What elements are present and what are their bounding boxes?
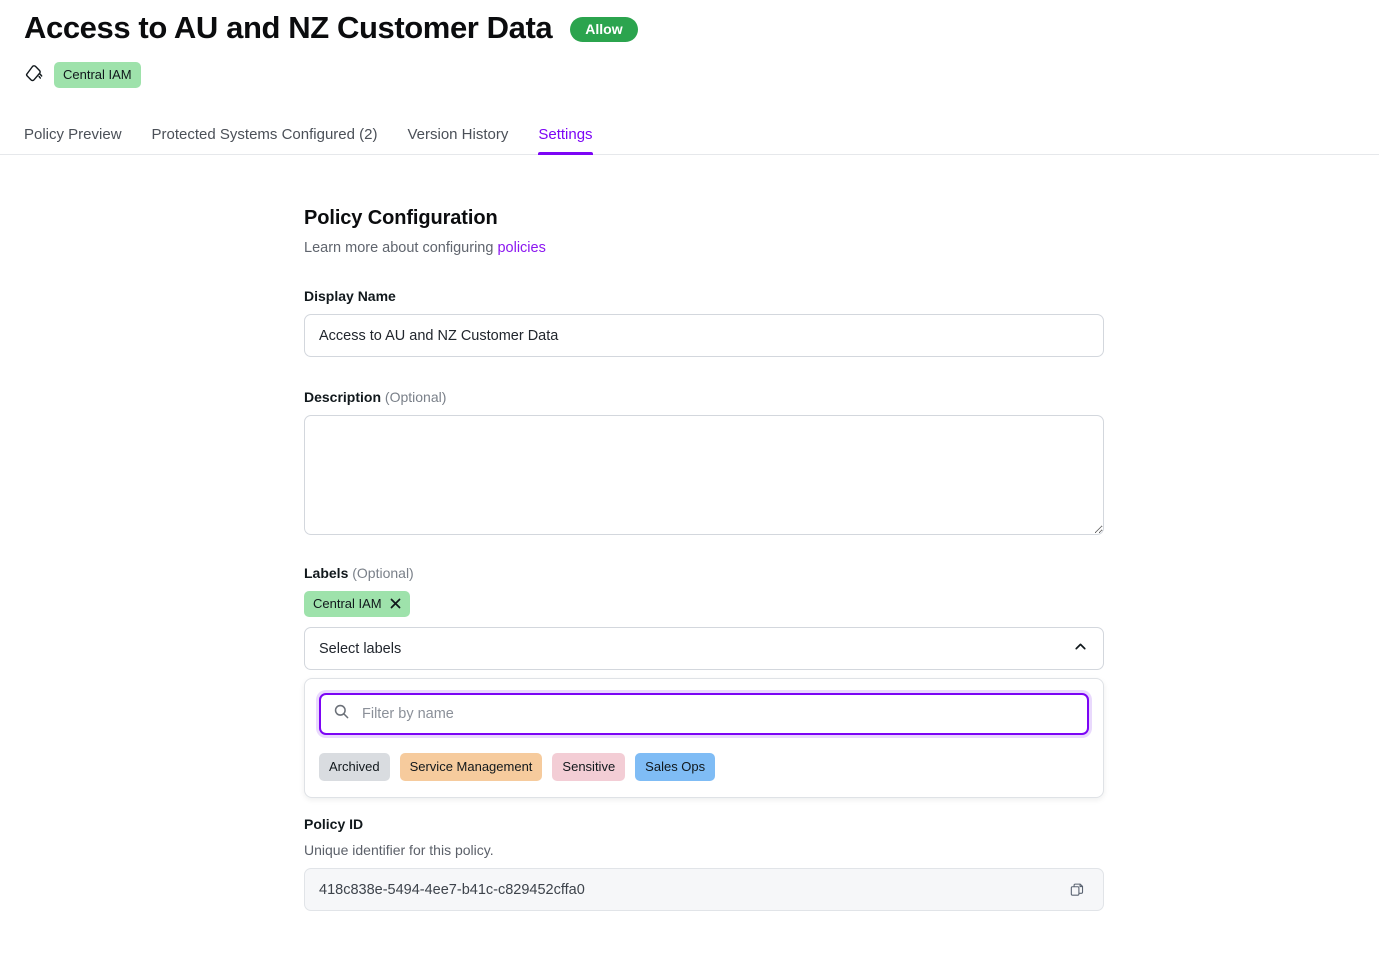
tab-policy-preview[interactable]: Policy Preview [24,126,122,154]
label-search-wrapper[interactable] [319,693,1089,735]
label-options-list: Archived Service Management Sensitive Sa… [319,753,1089,783]
display-name-field: Display Name [304,288,1104,357]
selected-label-name: Central IAM [313,596,382,611]
description-field: Description (Optional) [304,389,1104,535]
description-optional-text: (Optional) [384,389,447,405]
tab-bar: Policy Preview Protected Systems Configu… [0,114,1379,155]
tag-icon [24,63,44,88]
policy-id-field: Policy ID Unique identifier for this pol… [304,816,1104,911]
tab-settings[interactable]: Settings [538,126,593,155]
description-textarea[interactable] [304,415,1104,535]
policies-link[interactable]: policies [497,240,545,256]
labels-optional-text: (Optional) [352,565,414,581]
title-row: Access to AU and NZ Customer Data Allow [24,0,1355,52]
policy-id-value: 418c838e-5494-4ee7-b41c-c829452cffa0 [319,881,585,898]
section-subtitle: Learn more about configuring policies [304,240,1104,256]
label-option-archived[interactable]: Archived [319,753,390,781]
labels-field: Labels (Optional) Central IAM Select lab… [304,565,1104,798]
label-option-sensitive[interactable]: Sensitive [552,753,626,781]
policy-configuration-form: Policy Configuration Learn more about co… [304,207,1104,911]
copy-icon[interactable] [1063,876,1091,904]
select-labels-placeholder: Select labels [319,640,402,657]
close-icon[interactable] [390,598,401,609]
display-name-label: Display Name [304,288,396,304]
labels-label: Labels (Optional) [304,565,1104,581]
search-icon [333,703,350,725]
page-header: Access to AU and NZ Customer Data Allow … [0,0,1379,88]
labels-label-text: Labels [304,565,349,581]
main-content: Policy Configuration Learn more about co… [0,155,1379,911]
display-name-input[interactable] [304,314,1104,357]
section-title: Policy Configuration [304,207,498,229]
chevron-up-icon[interactable] [1072,638,1089,659]
labels-dropdown-panel: Archived Service Management Sensitive Sa… [304,678,1104,798]
policy-id-helper-text: Unique identifier for this policy. [304,842,494,858]
policy-id-label: Policy ID [304,816,364,832]
policy-label-row: Central IAM [24,62,1355,88]
tab-protected-systems-configured[interactable]: Protected Systems Configured (2) [152,126,378,154]
label-option-service-management[interactable]: Service Management [399,753,543,781]
page-title: Access to AU and NZ Customer Data [24,9,553,45]
description-label: Description (Optional) [304,389,1104,405]
label-search-input[interactable] [360,705,1075,723]
label-option-sales-ops[interactable]: Sales Ops [635,753,716,781]
policy-id-value-box: 418c838e-5494-4ee7-b41c-c829452cffa0 [304,868,1104,911]
policy-label-chip: Central IAM [54,62,141,88]
status-badge: Allow [570,17,638,42]
selected-labels-list: Central IAM [304,591,1104,617]
selected-label-chip: Central IAM [304,591,410,617]
description-label-text: Description [304,389,382,405]
tab-version-history[interactable]: Version History [407,126,508,154]
section-subtitle-text: Learn more about configuring [304,240,498,256]
select-labels-dropdown[interactable]: Select labels [304,627,1104,670]
